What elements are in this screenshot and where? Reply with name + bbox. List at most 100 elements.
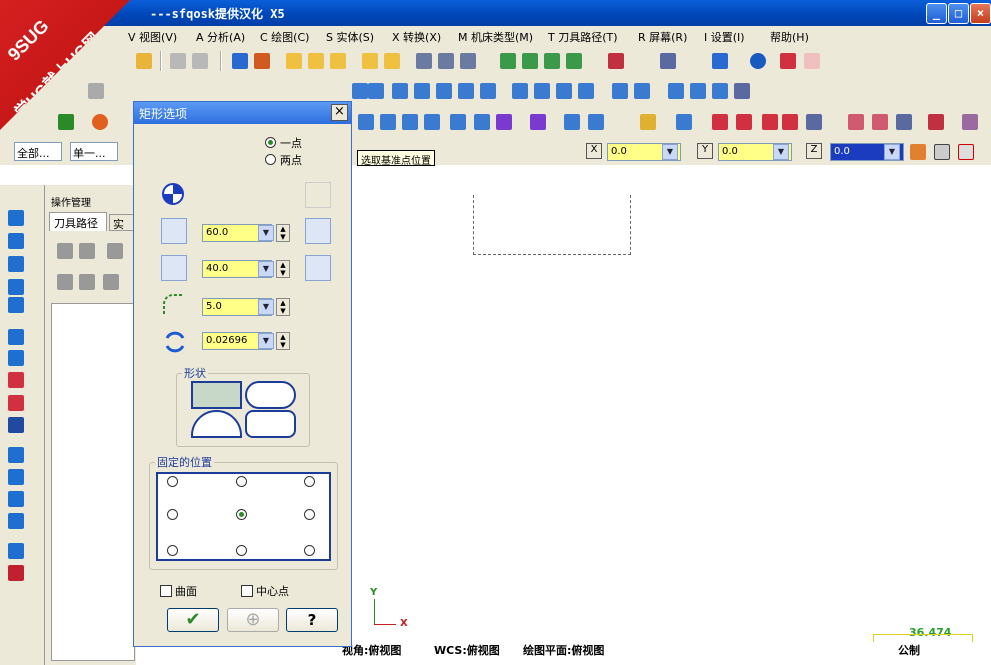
- fast-point-icon[interactable]: [910, 144, 926, 160]
- globe-icon[interactable]: [712, 53, 728, 69]
- xform-project-icon[interactable]: [530, 114, 546, 130]
- shade-red-icon[interactable]: [780, 53, 796, 69]
- xform-scale-icon[interactable]: [424, 114, 440, 130]
- height-dropdown-icon[interactable]: ▼: [258, 261, 274, 277]
- stock-icon[interactable]: [612, 83, 628, 99]
- menu-screen[interactable]: R 屏幕(R): [638, 29, 687, 45]
- xform-stretch-icon[interactable]: [474, 114, 490, 130]
- anchor-center[interactable]: [236, 509, 247, 520]
- width-spinner[interactable]: ▲ ▼: [276, 224, 290, 242]
- zoom-arrow-icon[interactable]: [676, 114, 692, 130]
- bracket-icon[interactable]: [534, 83, 550, 99]
- surface-create-icon[interactable]: [8, 447, 24, 463]
- height-spinner[interactable]: ▲ ▼: [276, 260, 290, 278]
- shape-purple-icon[interactable]: [962, 114, 978, 130]
- z-dropdown-icon[interactable]: ▼: [884, 144, 900, 160]
- zoom-window-icon[interactable]: [286, 53, 302, 69]
- shape-obround-button[interactable]: [245, 381, 296, 409]
- xform-mirror-icon[interactable]: [402, 114, 418, 130]
- width-dropdown-icon[interactable]: ▼: [258, 225, 274, 241]
- fillet-dropdown-icon[interactable]: ▼: [258, 299, 274, 315]
- layer-icon[interactable]: [436, 83, 452, 99]
- loft-icon[interactable]: [8, 279, 24, 295]
- redo-icon[interactable]: [192, 53, 208, 69]
- select-all-icon[interactable]: [57, 243, 73, 259]
- cut-icon[interactable]: [762, 114, 778, 130]
- ok-button[interactable]: ✔: [167, 608, 219, 632]
- spring-icon[interactable]: [578, 83, 594, 99]
- extrude-icon[interactable]: [8, 210, 24, 226]
- line-tool-icon[interactable]: [58, 114, 74, 130]
- measure-icon[interactable]: [480, 83, 496, 99]
- pan-icon[interactable]: [232, 53, 248, 69]
- select-mode[interactable]: 单一...: [70, 142, 118, 161]
- dimension-icon[interactable]: [368, 83, 384, 99]
- box-icon[interactable]: [712, 83, 728, 99]
- anchor-top-left[interactable]: [167, 476, 178, 487]
- width-pick-icon[interactable]: [305, 218, 331, 244]
- color-icon[interactable]: [8, 565, 24, 581]
- xform-roll-icon[interactable]: [496, 114, 512, 130]
- zoom-fit-icon[interactable]: [330, 53, 346, 69]
- zoom-in-icon[interactable]: [362, 53, 378, 69]
- graphics-area[interactable]: Y X 视角:俯视图 WCS:俯视图 绘图平面:俯视图 36.474 公制: [338, 185, 991, 665]
- cube-hidden-icon[interactable]: [522, 53, 538, 69]
- minimize-icon[interactable]: _: [926, 3, 947, 24]
- shape-rectangle-button[interactable]: [191, 381, 242, 409]
- arc-icon[interactable]: [512, 83, 528, 99]
- anchor-top-right[interactable]: [304, 476, 315, 487]
- autocursor-icon[interactable]: [934, 144, 950, 160]
- x-dropdown-icon[interactable]: ▼: [662, 144, 678, 160]
- menu-create[interactable]: C 绘图(C): [260, 29, 309, 45]
- xform-offset-icon[interactable]: [450, 114, 466, 130]
- menu-solids[interactable]: S 实体(S): [326, 29, 374, 45]
- cube-wire-icon[interactable]: [500, 53, 516, 69]
- list-icon[interactable]: [736, 114, 752, 130]
- lock-icon[interactable]: [57, 274, 73, 290]
- fillet-spinner[interactable]: ▲ ▼: [276, 298, 290, 316]
- level-select[interactable]: 全部...: [14, 142, 62, 161]
- trim-solid-icon[interactable]: [8, 395, 24, 411]
- solid-view-icon[interactable]: [608, 53, 624, 69]
- cube-shaded-icon[interactable]: [544, 53, 560, 69]
- one-point-radio[interactable]: [265, 137, 276, 148]
- align-icon[interactable]: [458, 83, 474, 99]
- layer-list-icon[interactable]: [8, 513, 24, 529]
- rotation-dropdown-icon[interactable]: ▼: [258, 333, 274, 349]
- lock2-icon[interactable]: [103, 274, 119, 290]
- circle-tool-icon[interactable]: [92, 114, 108, 130]
- menu-xform[interactable]: X 转换(X): [392, 29, 441, 45]
- center-point-checkbox[interactable]: [241, 585, 253, 597]
- regen-icon[interactable]: [107, 243, 123, 259]
- flower2-icon[interactable]: [872, 114, 888, 130]
- anchor-bottom-center[interactable]: [236, 545, 247, 556]
- monitor-icon[interactable]: [634, 83, 650, 99]
- anchor-bottom-left[interactable]: [167, 545, 178, 556]
- select-invalid-icon[interactable]: [79, 243, 95, 259]
- menu-toolpaths[interactable]: T 刀具路径(T): [548, 29, 618, 45]
- trim-icon[interactable]: [392, 83, 408, 99]
- view-top-icon[interactable]: [438, 53, 454, 69]
- draw-icon[interactable]: [88, 83, 104, 99]
- revolve-icon[interactable]: [8, 233, 24, 249]
- maximize-icon[interactable]: □: [948, 3, 969, 24]
- slot-icon[interactable]: [556, 83, 572, 99]
- xform-mirror2-icon[interactable]: [588, 114, 604, 130]
- cube-3d-icon[interactable]: [734, 83, 750, 99]
- machine-icon[interactable]: [806, 114, 822, 130]
- anchor-bottom-right[interactable]: [304, 545, 315, 556]
- shape-red-icon[interactable]: [928, 114, 944, 130]
- surface-arrow-icon[interactable]: [8, 491, 24, 507]
- zoom-out-icon[interactable]: [384, 53, 400, 69]
- surface-checkbox[interactable]: [160, 585, 172, 597]
- width-icon[interactable]: [161, 218, 187, 244]
- repaint-icon[interactable]: [254, 53, 270, 69]
- tab-toolpaths[interactable]: 刀具路径: [49, 212, 107, 231]
- dialog-close-icon[interactable]: ×: [331, 104, 348, 121]
- menu-analysis[interactable]: A 分析(A): [196, 29, 245, 45]
- shade-outline-icon[interactable]: [804, 53, 820, 69]
- anchor-top-center[interactable]: [236, 476, 247, 487]
- frame-icon[interactable]: [414, 83, 430, 99]
- menu-settings[interactable]: I 设置(I): [704, 29, 745, 45]
- xform-array-icon[interactable]: [564, 114, 580, 130]
